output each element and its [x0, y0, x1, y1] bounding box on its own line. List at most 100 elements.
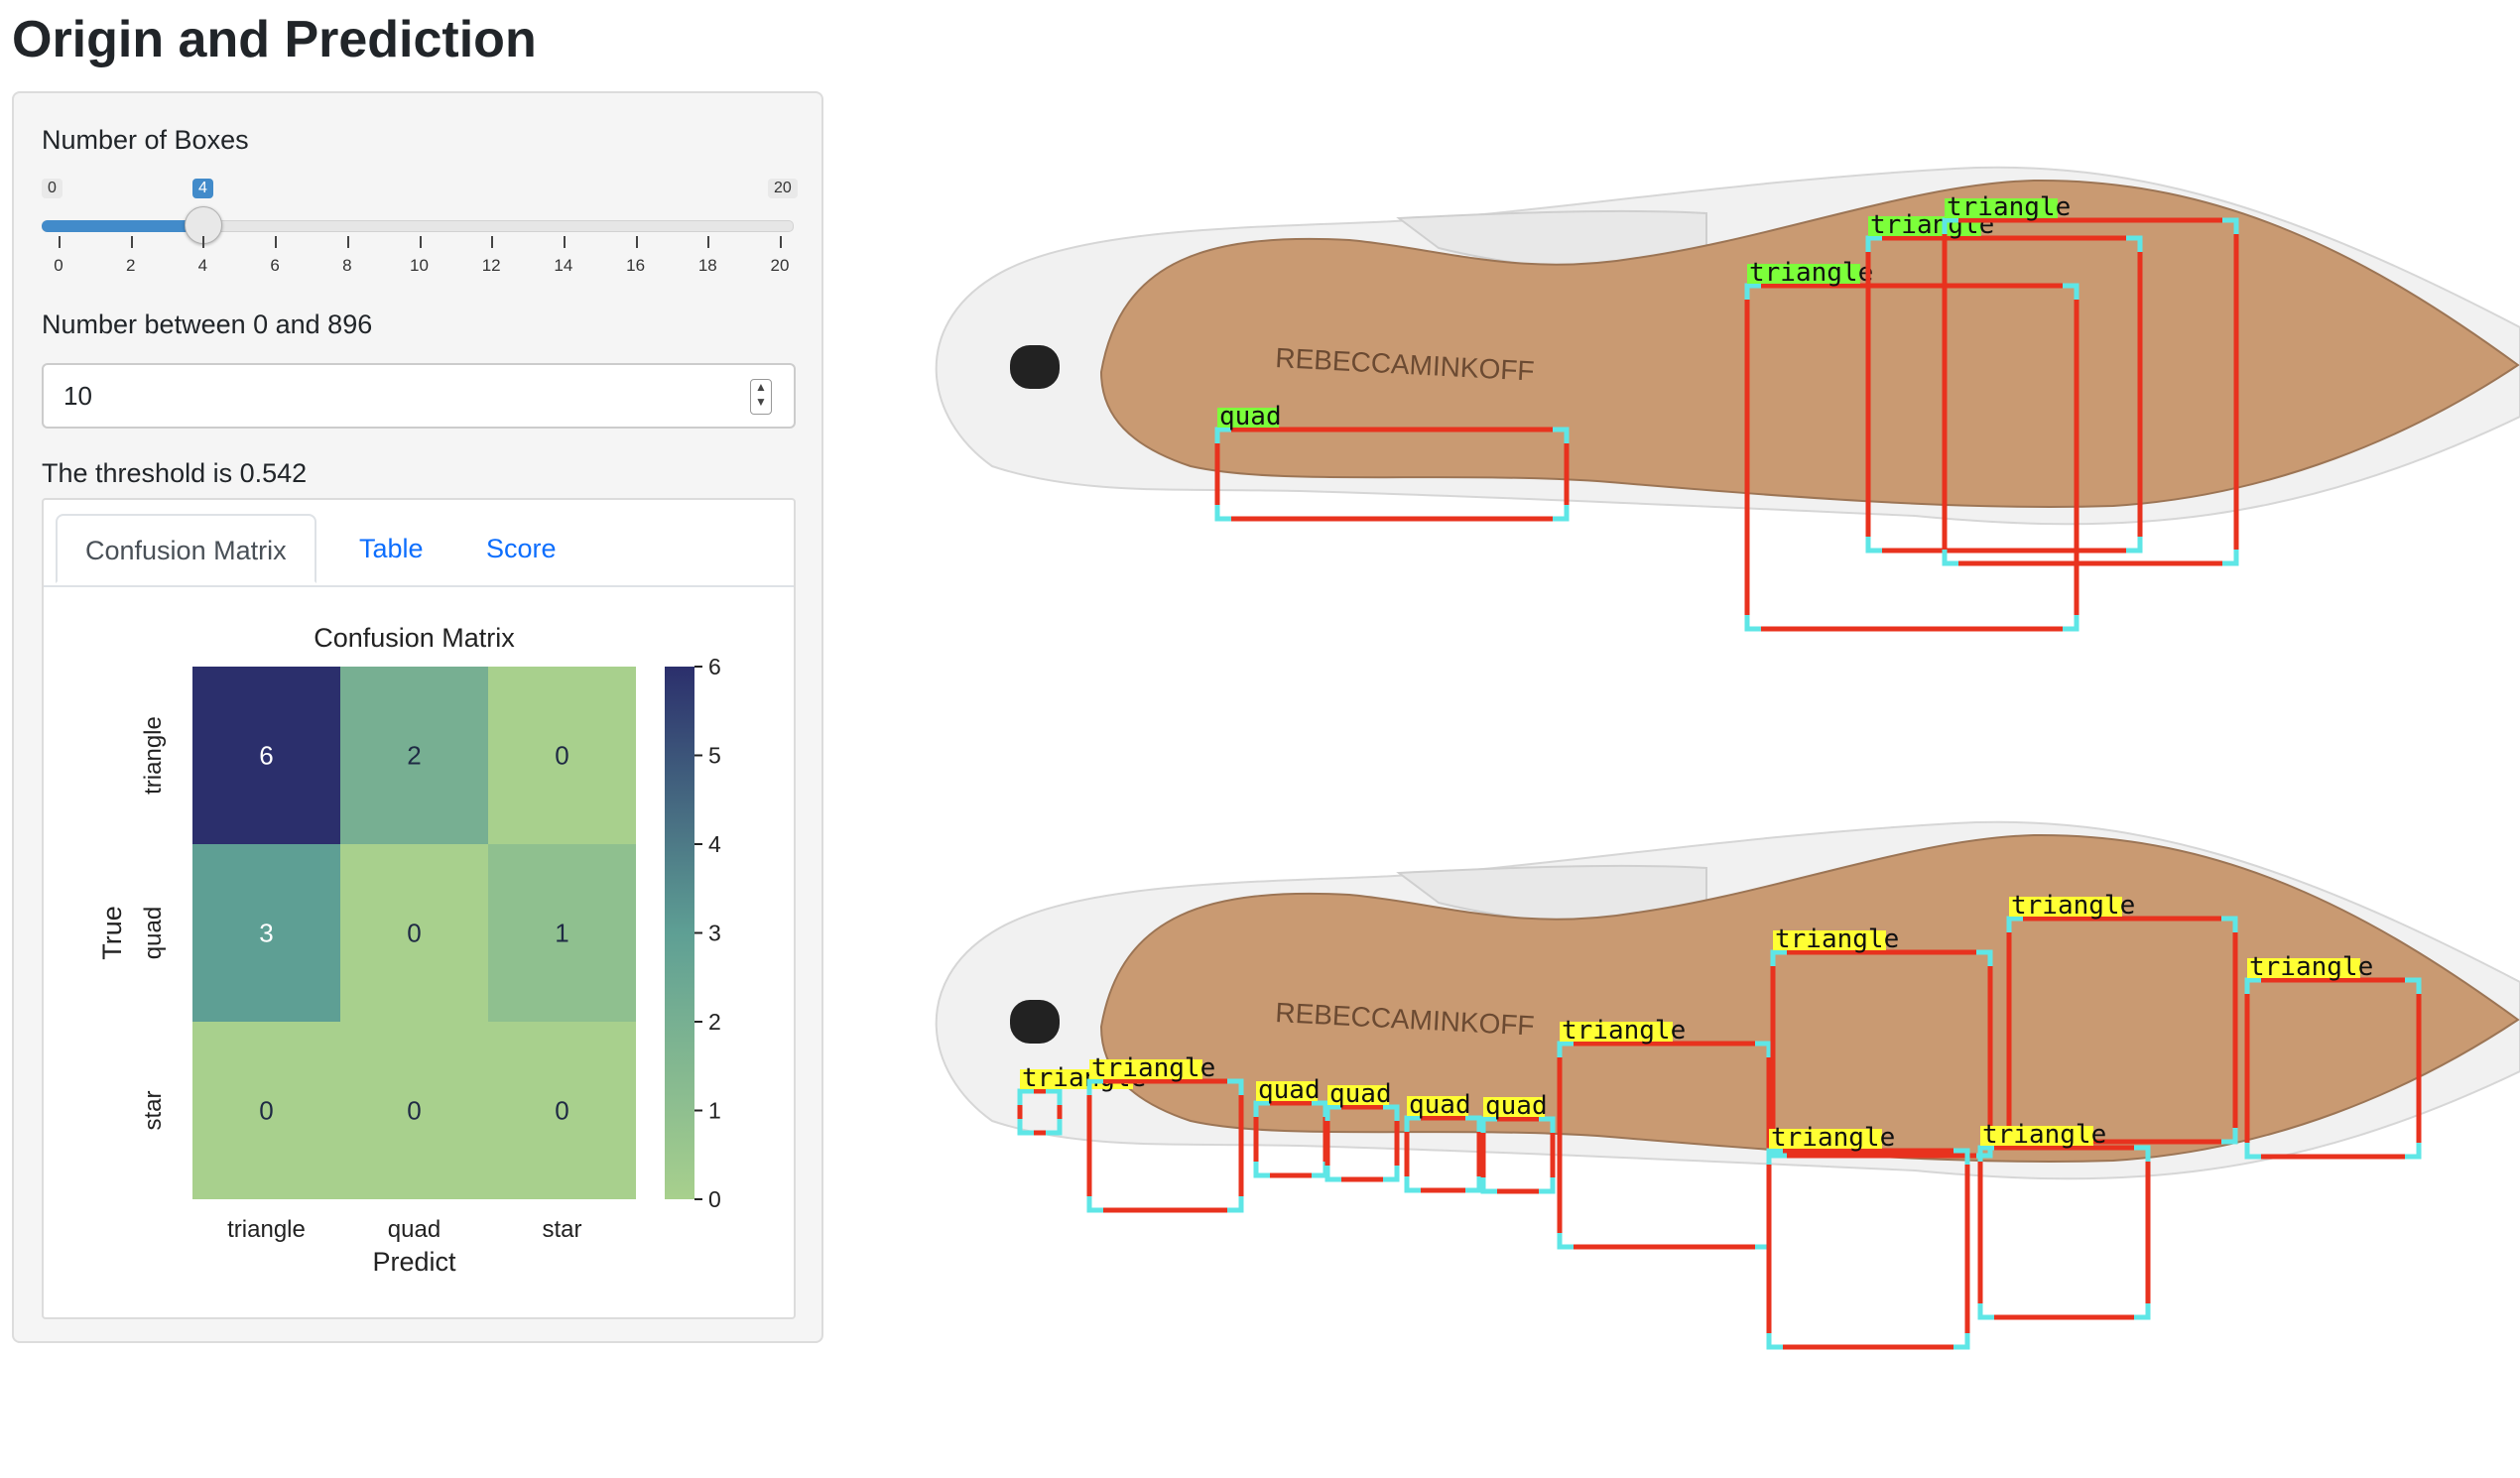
- slider-value-label: 4: [192, 179, 213, 198]
- sidebar-panel: Number of Boxes 0 4 20 0 2 4 6 8 10 12 14 16 18 20…: [12, 91, 823, 1343]
- colorbar-tick-label: 3: [708, 921, 721, 946]
- box-corner: [2134, 1303, 2151, 1320]
- slider-tick: [707, 236, 710, 248]
- colorbar-tick-label: 2: [708, 1009, 721, 1035]
- tab-confusion-matrix[interactable]: Confusion Matrix: [56, 514, 316, 583]
- box-corner: [1324, 1166, 1341, 1182]
- page-title: Origin and Prediction: [12, 11, 537, 68]
- slider-tick-label: 14: [554, 256, 573, 275]
- chart-title: Confusion Matrix: [314, 623, 515, 653]
- slider-tick: [635, 236, 638, 248]
- slider-ticks: 0 2 4 6 8 10 12 14 16 18 20: [14, 236, 825, 286]
- box-corner: [1539, 1177, 1556, 1194]
- threshold-text: The threshold is 0.542: [42, 458, 308, 488]
- box-label: triangle: [2249, 952, 2373, 982]
- slider-tick: [563, 236, 566, 248]
- tab-table[interactable]: Table: [331, 514, 451, 583]
- box-corner: [1086, 1196, 1103, 1213]
- box-corner: [2222, 550, 2239, 566]
- box-corner: [1465, 1176, 1482, 1193]
- slider-tick: [346, 236, 349, 248]
- tab-bar: Confusion Matrix Table Score: [44, 500, 794, 587]
- box-corner: [2063, 615, 2079, 632]
- colorbar-tick-label: 4: [708, 831, 721, 857]
- box-corner: [1953, 1333, 1970, 1350]
- colorbar-tick-label: 0: [708, 1186, 721, 1212]
- slider-tick-label: 0: [54, 256, 63, 275]
- box-corner: [2405, 1143, 2422, 1160]
- slider-tick: [419, 236, 422, 248]
- box-label: triangle: [1771, 1123, 1895, 1153]
- colorbar-tick-label: 5: [708, 743, 721, 769]
- slider-tick: [59, 236, 61, 248]
- slider-tick-label: 6: [270, 256, 280, 275]
- heatmap-cell-value: 0: [555, 741, 568, 771]
- x-tick-label: triangle: [227, 1216, 306, 1243]
- box-label: triangle: [1982, 1120, 2106, 1150]
- slider-tick-label: 20: [770, 256, 790, 275]
- confusion-matrix-chart: Confusion Matrix 6 2 0 3 0 1 0 0 0 triangle quad sta…: [97, 623, 721, 1277]
- y-tick-label: triangle: [140, 716, 167, 795]
- tab-panel: Confusion Matrix Table Score Confusion M…: [42, 498, 796, 1319]
- box-corner: [1977, 1303, 1994, 1320]
- box-label: triangle: [1091, 1053, 1215, 1083]
- box-label: quad: [1409, 1090, 1471, 1120]
- slider-tick: [491, 236, 494, 248]
- box-corner: [1383, 1166, 1400, 1182]
- slider-tick-label: 2: [125, 256, 136, 275]
- box-corner: [1480, 1177, 1497, 1194]
- box-corner: [1557, 1233, 1574, 1250]
- box-corner: [1227, 1196, 1244, 1213]
- tab-score[interactable]: Score: [458, 514, 584, 583]
- box-label: triangle: [1775, 924, 1899, 954]
- colorbar: [665, 667, 694, 1199]
- box-corner: [1865, 537, 1882, 554]
- colorbar-tick-label: 6: [708, 654, 721, 679]
- slider-tick-label: 16: [626, 256, 646, 275]
- y-axis-label: True: [97, 906, 127, 960]
- box-corner: [1312, 1162, 1328, 1178]
- box-corner: [1214, 505, 1231, 522]
- shoe-heel-prediction: [1010, 1000, 1060, 1044]
- slider-tick-label: 12: [481, 256, 501, 275]
- slider-fill: [42, 220, 202, 232]
- box-corner: [1766, 1333, 1783, 1350]
- box-label: triangle: [1562, 1016, 1686, 1046]
- box-corner: [1553, 505, 1570, 522]
- y-tick-label: quad: [140, 907, 167, 959]
- slider-tick-label: 10: [410, 256, 429, 275]
- heatmap-cell-value: 0: [407, 919, 421, 948]
- slider-tick: [780, 236, 782, 248]
- heatmap-cell-value: 0: [555, 1096, 568, 1126]
- slider-tick: [130, 236, 133, 248]
- number-label: Number between 0 and 896: [42, 309, 373, 339]
- slider-tick: [275, 236, 278, 248]
- box-label: quad: [1329, 1079, 1392, 1109]
- box-label: quad: [1258, 1075, 1321, 1105]
- box-corner: [2126, 537, 2143, 554]
- shoe-image-svg: REBECCAMINKOFFREBECCAMINKOFFquadtriangle…: [935, 166, 2520, 1350]
- slider-tick-label: 4: [197, 256, 208, 275]
- box-corner: [1253, 1162, 1270, 1178]
- heatmap-cell-value: 1: [555, 919, 568, 948]
- slider-max-label: 20: [768, 179, 798, 198]
- box-label: triangle: [1749, 258, 1873, 288]
- box-label: triangle: [2011, 891, 2135, 921]
- box-label: quad: [1485, 1091, 1548, 1121]
- box-corner: [1404, 1176, 1421, 1193]
- number-input-value: 10: [63, 381, 92, 411]
- shoe-images: REBECCAMINKOFF REBECCAMINKOFF quad triangle…: [883, 149, 2520, 1409]
- heatmap-cell-value: 3: [259, 919, 273, 948]
- heatmap-cell-value: 2: [407, 741, 421, 771]
- heatmap-cell-value: 0: [259, 1096, 273, 1126]
- number-input[interactable]: 10 ▲ ▼: [42, 363, 796, 429]
- heatmap-cell-value: 0: [407, 1096, 421, 1126]
- slider-min-label: 0: [42, 179, 63, 198]
- shoe-heel-origin: [1010, 345, 1060, 389]
- box-corner: [1744, 615, 1761, 632]
- spinner-icon[interactable]: ▲ ▼: [750, 379, 772, 415]
- slider-tick-label: 8: [342, 256, 352, 275]
- y-tick-label: star: [140, 1090, 167, 1130]
- slider-label: Number of Boxes: [42, 125, 249, 155]
- x-tick-label: quad: [388, 1216, 441, 1243]
